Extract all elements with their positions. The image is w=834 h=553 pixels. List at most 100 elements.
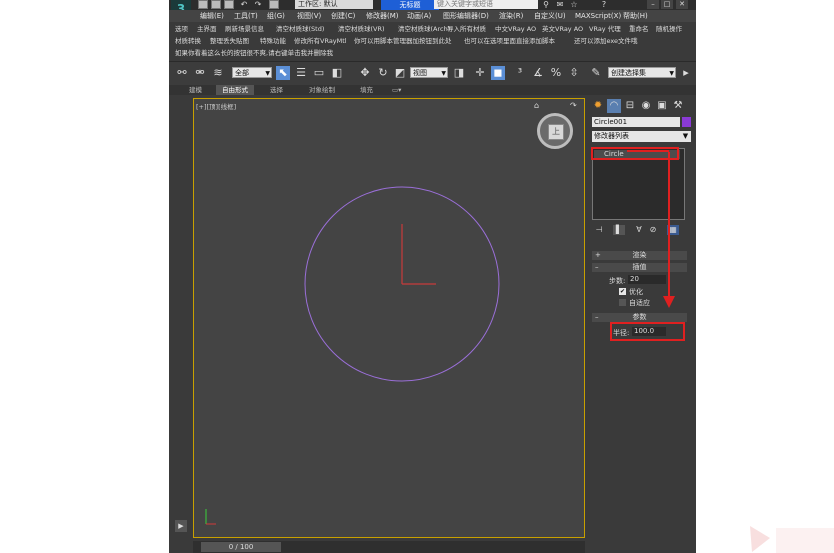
favorites-icon[interactable]: ☆ [569,0,579,9]
search-input[interactable]: 键入关键字或短语 [434,0,538,9]
cmd-random[interactable]: 随机操作 [656,24,682,35]
keyboard-shortcut-icon[interactable]: ◼ [491,66,505,80]
tab-object-paint[interactable]: 对象绘制 [309,85,335,95]
percent-snap-icon[interactable]: % [549,66,563,80]
cmd-vray-ao-cn[interactable]: 中文VRay AO [495,24,536,35]
tab-populate[interactable]: 填充 [360,85,373,95]
time-slider[interactable]: 0 / 100 [201,542,281,552]
mirror-icon[interactable]: ▸ [679,66,693,80]
maximize-button[interactable]: □ [661,0,673,9]
workspace-dropdown[interactable]: 工作区: 默认 [295,0,373,9]
menu-views[interactable]: 视图(V) [297,11,321,21]
object-name-field[interactable]: Circle001 [592,117,680,127]
menu-customize[interactable]: 自定义(U) [534,11,566,21]
modifier-list-dropdown[interactable]: 修改器列表 [592,131,680,142]
help-icon[interactable]: ? [599,0,609,9]
time-slider-bar[interactable]: 0 / 100 [193,541,585,553]
expand-sidebar-button[interactable]: ▶ [175,520,187,532]
cmd-refresh-scene[interactable]: 刷新场景信息 [225,24,264,35]
cmd-options[interactable]: 选项 [175,24,188,35]
cmd-clear-mtl-vr[interactable]: 清空材质球(VR) [338,24,385,35]
rollout-parameters[interactable]: – 参数 [592,313,687,322]
optimize-checkbox[interactable]: ✔ [619,288,626,295]
modify-panel-icon[interactable]: ◠ [607,99,621,113]
create-panel-icon[interactable]: ✹ [591,99,605,113]
move-icon[interactable]: ✥ [358,66,372,80]
redo-icon[interactable]: ↷ [253,0,263,9]
viewcube-rotate-icon[interactable]: ↷ [570,101,577,110]
reference-coord-dropdown[interactable]: 视图 ▼ [410,67,448,78]
cmd-delete-me-tip[interactable]: 如果你看着这么长的按钮很不爽,请右键单击我并删除我 [175,48,333,59]
rotate-icon[interactable]: ↻ [376,66,390,80]
cmd-script-manager-tip[interactable]: 你可以用脚本管理器加按钮到此处 [354,36,452,47]
new-file-icon[interactable] [198,0,208,9]
tab-modeling[interactable]: 建模 [189,85,202,95]
menu-modifiers[interactable]: 修改器(M) [366,11,399,21]
cmd-clear-mtl-std[interactable]: 清空材质球(Std) [276,24,324,35]
viewcube[interactable]: 上 [537,113,573,149]
spinner-snap-icon[interactable]: ⇳ [567,66,581,80]
object-color-swatch[interactable] [682,117,691,127]
cmd-clear-mtl-arch[interactable]: 清空材质球(Arch) [398,24,450,35]
minimize-button[interactable]: – [647,0,659,9]
communication-icon[interactable]: ✉ [555,0,565,9]
edit-named-selection-icon[interactable]: ✎ [589,66,603,80]
menu-help[interactable]: 帮助(H) [623,11,648,21]
cmd-add-script-tip[interactable]: 也可以在选项里面直接添加脚本 [464,36,555,47]
viewcube-top-face[interactable]: 上 [548,124,564,140]
cmd-special-functions[interactable]: 特殊功能 [260,36,286,47]
top-viewport[interactable]: [+][顶][线框] 上 ⌂ ↷ [193,98,585,538]
menu-rendering[interactable]: 渲染(R) [499,11,523,21]
select-object-icon[interactable]: ⬉ [276,66,290,80]
remove-modifier-icon[interactable]: ⊘ [647,225,659,235]
menu-maxscript[interactable]: MAXScript(X) [575,11,621,21]
chevron-down-icon[interactable]: ▼ [680,131,691,142]
cmd-main-ui[interactable]: 主界面 [197,24,217,35]
cmd-fix-missing-maps[interactable]: 整理丢失贴图 [210,36,249,47]
project-folder-icon[interactable] [269,0,279,9]
menu-edit[interactable]: 编辑(E) [200,11,224,21]
snap-toggle-icon[interactable]: ³ [513,66,527,80]
make-unique-icon[interactable]: ∀ [633,225,645,235]
cmd-vray-ao-en[interactable]: 英文VRay AO [542,24,583,35]
utilities-panel-icon[interactable]: ⚒ [671,99,685,113]
select-link-icon[interactable]: ⚯ [175,66,189,80]
select-manipulate-icon[interactable]: ✛ [473,66,487,80]
angle-snap-icon[interactable]: ∡ [531,66,545,80]
bind-space-warp-icon[interactable]: ≋ [211,66,225,80]
save-file-icon[interactable] [224,0,234,9]
tab-freeform[interactable]: 自由形式 [216,85,254,95]
pivot-center-icon[interactable]: ◨ [452,66,466,80]
named-selection-dropdown[interactable]: 创建选择集 ▼ [608,67,676,78]
cmd-vray-proxy[interactable]: VRay 代理 [589,24,621,35]
display-panel-icon[interactable]: ▣ [655,99,669,113]
show-end-result-icon[interactable]: ▌ [613,225,625,235]
window-crossing-icon[interactable]: ◧ [330,66,344,80]
menu-graph-editors[interactable]: 图形编辑器(D) [443,11,489,21]
motion-panel-icon[interactable]: ◉ [639,99,653,113]
pin-stack-icon[interactable]: ⊣ [593,225,605,235]
binoculars-icon[interactable]: ⚲ [541,0,551,9]
adaptive-checkbox[interactable] [619,299,626,306]
hierarchy-panel-icon[interactable]: ⊟ [623,99,637,113]
unlink-icon[interactable]: ⚮ [193,66,207,80]
selection-filter-dropdown[interactable]: 全部 ▼ [232,67,272,78]
cmd-material-convert[interactable]: 材质转换 [175,36,201,47]
select-by-name-icon[interactable]: ☰ [294,66,308,80]
cmd-add-exe-tip[interactable]: 还可以添加exe文件哦 [574,36,638,47]
open-file-icon[interactable] [211,0,221,9]
cmd-import-materials[interactable]: 导入所有材质 [447,24,486,35]
home-icon[interactable]: ⌂ [534,101,539,110]
menu-tools[interactable]: 工具(T) [234,11,258,21]
menu-group[interactable]: 组(G) [267,11,285,21]
close-button[interactable]: ✕ [676,0,688,9]
menu-create[interactable]: 创建(C) [331,11,355,21]
undo-icon[interactable]: ↶ [239,0,249,9]
rect-selection-icon[interactable]: ▭ [312,66,326,80]
cmd-edit-vraymtl[interactable]: 修改所有VRayMtl [294,36,347,47]
menu-animation[interactable]: 动画(A) [407,11,431,21]
scale-icon[interactable]: ◩ [393,66,407,80]
ribbon-options-icon[interactable]: ▭▾ [392,85,401,95]
tab-selection[interactable]: 选择 [270,85,283,95]
cmd-rename[interactable]: 重命名 [629,24,649,35]
